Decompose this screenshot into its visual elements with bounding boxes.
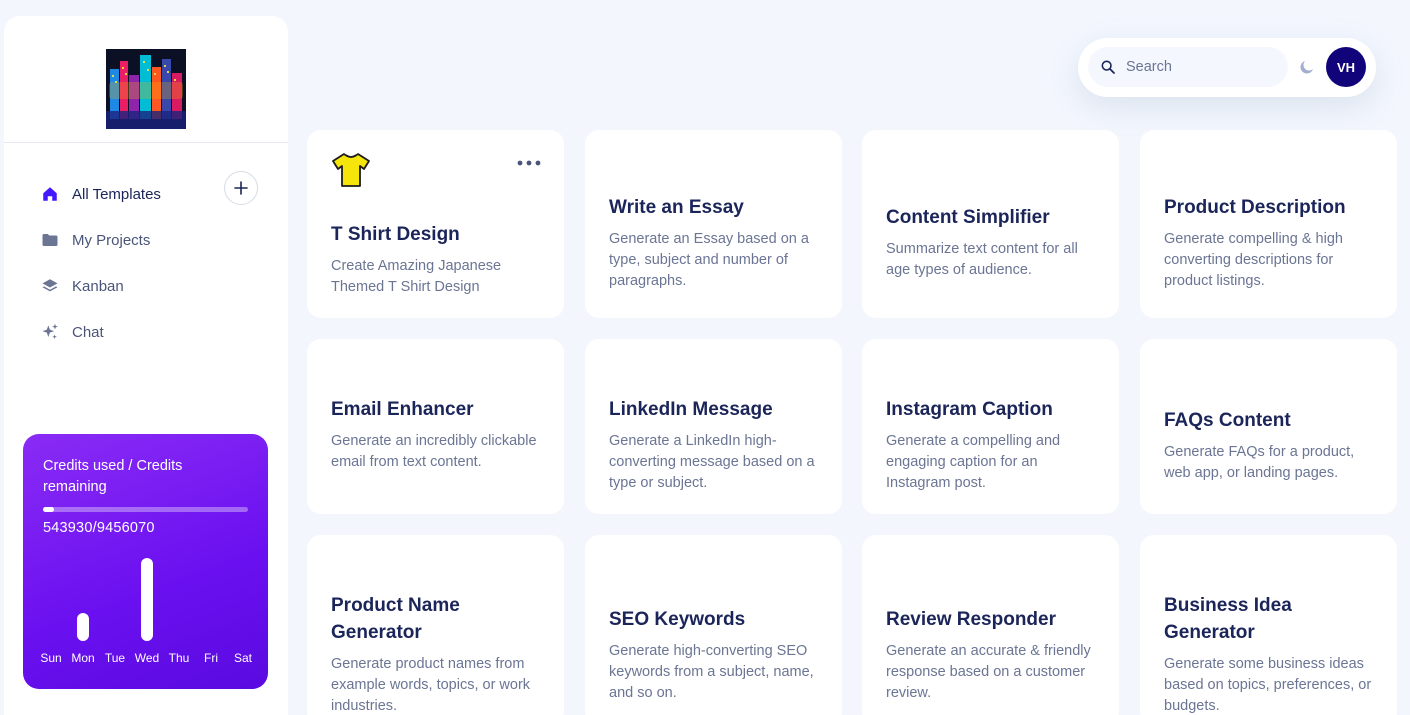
card-title: SEO Keywords: [609, 609, 746, 630]
card-description: Generate an incredibly clickable email f…: [331, 433, 537, 470]
card-body: Business Idea Generator Generate some bus…: [1164, 592, 1377, 715]
add-template-button[interactable]: [224, 171, 258, 205]
card-body: FAQs Content Generate FAQs for a product,…: [1164, 407, 1377, 484]
card-body: LinkedIn Message Generate a LinkedIn high…: [609, 396, 822, 494]
card-title: Content Simplifier: [886, 207, 1050, 228]
sidebar-item-label: My Projects: [72, 231, 151, 249]
card-description: Generate high-converting SEO keywords fr…: [609, 643, 814, 701]
chart-tick-label: Tue: [105, 651, 126, 664]
template-card[interactable]: SEO Keywords Generate high-converting SEO…: [585, 535, 842, 715]
template-card[interactable]: LinkedIn Message Generate a LinkedIn high…: [585, 339, 842, 514]
card-description: Generate compelling & high converting de…: [1164, 231, 1343, 289]
chart-tick-label: Mon: [71, 651, 94, 664]
template-card[interactable]: FAQs Content Generate FAQs for a product,…: [1140, 339, 1397, 514]
card-title: Review Responder: [886, 609, 1056, 630]
card-body: Content Simplifier Summarize text content…: [886, 204, 1099, 281]
card-title: Email Enhancer: [331, 399, 474, 420]
sidebar-item-label: Kanban: [72, 277, 124, 295]
home-icon: [40, 184, 60, 204]
card-title: Write an Essay: [609, 197, 744, 218]
search-box[interactable]: [1088, 47, 1288, 87]
card-title: Product Description: [1164, 197, 1346, 218]
tshirt-icon: [332, 153, 370, 187]
card-description: Generate some business ideas based on to…: [1164, 656, 1372, 714]
credits-value: 543930/9456070: [43, 520, 155, 536]
chart-tick-label: Sat: [234, 651, 253, 664]
sidebar: All Templates My Projects Kanban Chat Cr…: [4, 16, 288, 715]
template-card[interactable]: Business Idea Generator Generate some bus…: [1140, 535, 1397, 715]
card-body: SEO Keywords Generate high-converting SEO…: [609, 606, 822, 704]
template-card[interactable]: Email Enhancer Generate an incredibly cli…: [307, 339, 564, 514]
chart-tick-label: Sun: [40, 651, 61, 664]
card-body: Email Enhancer Generate an incredibly cli…: [331, 396, 544, 473]
usage-bar-chart: Sun Mon Tue Wed Thu Fri Sat: [40, 558, 253, 664]
search-input[interactable]: [1126, 59, 1266, 75]
template-card[interactable]: Product Description Generate compelling &…: [1140, 130, 1397, 318]
card-body: Product Description Generate compelling &…: [1164, 194, 1377, 292]
card-title: Business Idea Generator: [1164, 595, 1292, 643]
folder-icon: [40, 230, 60, 250]
sparkles-icon: [40, 322, 60, 342]
template-card[interactable]: Review Responder Generate an accurate & f…: [862, 535, 1119, 715]
card-body: Product Name Generator Generate product n…: [331, 592, 544, 715]
chart-bar-wed: [141, 558, 153, 641]
card-title: LinkedIn Message: [609, 399, 773, 420]
card-description: Generate product names from example word…: [331, 656, 531, 714]
template-card[interactable]: T Shirt Design Create Amazing Japanese Th…: [307, 130, 564, 318]
credits-card: Credits used / Credits remaining 543930/…: [23, 434, 268, 689]
template-card[interactable]: Instagram Caption Generate a compelling a…: [862, 339, 1119, 514]
card-description: Summarize text content for all age types…: [886, 241, 1078, 278]
card-title: FAQs Content: [1164, 410, 1291, 431]
card-body: Write an Essay Generate an Essay based on…: [609, 194, 822, 292]
card-body: T Shirt Design Create Amazing Japanese Th…: [331, 221, 544, 298]
template-card[interactable]: Write an Essay Generate an Essay based on…: [585, 130, 842, 318]
card-description: Generate an Essay based on a type, subje…: [609, 231, 809, 289]
card-description: Generate FAQs for a product, web app, or…: [1164, 444, 1355, 481]
moon-icon[interactable]: [1298, 58, 1316, 76]
top-navbar: VH: [1078, 38, 1376, 97]
sidebar-divider: [4, 142, 288, 143]
card-body: Review Responder Generate an accurate & f…: [886, 606, 1099, 704]
chart-bar-mon: [77, 612, 89, 641]
card-title: T Shirt Design: [331, 224, 460, 245]
card-title: Product Name Generator: [331, 595, 460, 643]
plus-icon: [234, 181, 248, 195]
sidebar-item-label: Chat: [72, 323, 104, 341]
card-description: Generate a LinkedIn high-converting mess…: [609, 433, 815, 491]
credits-progress-fill: [43, 507, 55, 512]
chart-tick-label: Fri: [204, 651, 218, 664]
layers-icon: [40, 276, 60, 296]
card-body: Instagram Caption Generate a compelling a…: [886, 396, 1099, 494]
more-options-icon[interactable]: [517, 159, 541, 167]
sidebar-item-my-projects[interactable]: My Projects: [40, 217, 260, 263]
sidebar-item-label: All Templates: [72, 185, 161, 203]
credits-title: Credits used / Credits remaining: [43, 458, 183, 495]
credits-progress-bar: [43, 507, 248, 512]
avatar[interactable]: VH: [1326, 47, 1366, 87]
brand-logo[interactable]: [106, 49, 186, 129]
template-card[interactable]: Product Name Generator Generate product n…: [307, 535, 564, 715]
chart-tick-label: Thu: [169, 651, 190, 664]
card-description: Create Amazing Japanese Themed T Shirt D…: [331, 258, 502, 295]
card-description: Generate a compelling and engaging capti…: [886, 433, 1061, 491]
card-title: Instagram Caption: [886, 399, 1053, 420]
card-description: Generate an accurate & friendly response…: [886, 643, 1091, 701]
chart-tick-label: Wed: [135, 651, 159, 664]
template-card[interactable]: Content Simplifier Summarize text content…: [862, 130, 1119, 318]
sidebar-item-chat[interactable]: Chat: [40, 309, 260, 355]
sidebar-item-kanban[interactable]: Kanban: [40, 263, 260, 309]
search-icon: [1101, 60, 1115, 74]
